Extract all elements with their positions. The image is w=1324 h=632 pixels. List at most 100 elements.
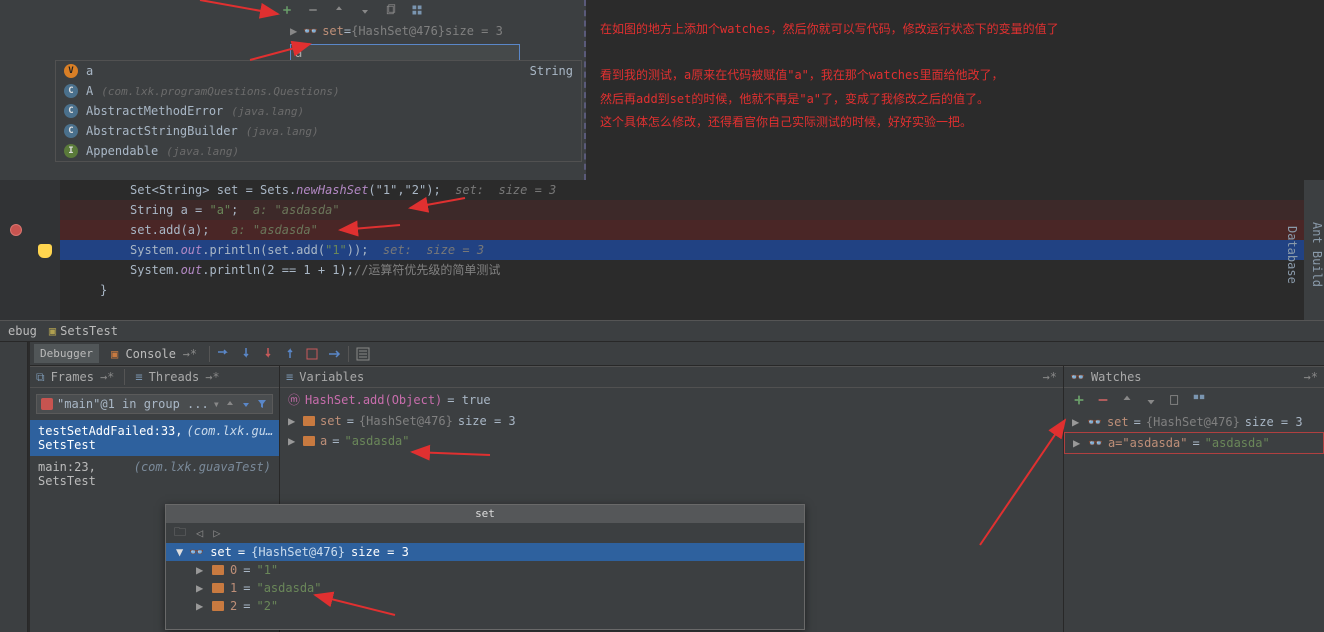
stack-frame-row[interactable]: main:23, SetsTest (com.lxk.guavaTest) [30, 456, 279, 492]
frame-text: main:23, SetsTest [38, 460, 130, 488]
expand-arrow-icon[interactable]: ▶ [196, 581, 206, 595]
forward-icon[interactable]: ▷ [213, 526, 220, 540]
thread-selector[interactable]: "main"@1 in group ... ▾ [36, 394, 273, 414]
code-line: System.out.println(2 == 1 + 1);//运算符优先级的… [0, 260, 1324, 280]
inspect-item-row[interactable]: ▶ 0 = "1" [166, 561, 804, 579]
watch-existing-row[interactable]: ▶ 👓 set = {HashSet@476} size = 3 [0, 20, 584, 42]
expand-arrow-icon[interactable]: ▼ [176, 545, 183, 559]
vars-title: Variables [299, 370, 364, 384]
expand-arrow-icon[interactable]: ▶ [1073, 436, 1083, 450]
variable-row[interactable]: ▶ set = {HashSet@476} size = 3 [280, 411, 1063, 431]
run-to-cursor-icon[interactable] [326, 346, 342, 362]
expand-arrow-icon[interactable]: ▶ [290, 24, 297, 38]
grid-icon[interactable] [410, 4, 424, 16]
breakpoint-icon[interactable] [10, 224, 22, 236]
code-editor[interactable]: Set<String> set = Sets.newHashSet("1","2… [0, 180, 1324, 320]
item-val: "2" [256, 599, 278, 613]
folder-icon[interactable]: 🗀 [174, 523, 186, 544]
watches-icon: 👓 [1070, 370, 1085, 384]
filter-icon[interactable] [256, 398, 268, 410]
variables-header: ≡ Variables →* [280, 366, 1063, 388]
thread-badge-icon [41, 398, 53, 410]
watch-row[interactable]: ▶ 👓 set = {HashSet@476} size = 3 [1064, 412, 1324, 432]
item-val: "asdasda" [256, 581, 321, 595]
copy-icon[interactable] [1168, 393, 1182, 407]
variable-row[interactable]: ▶ a = "asdasda" [280, 431, 1063, 451]
completion-name: AbstractMethodError [86, 104, 223, 118]
expand-arrow-icon[interactable]: ▶ [1072, 415, 1082, 429]
code-completion-popup: V a String C A (com.lxk.programQuestions… [55, 60, 582, 162]
back-icon[interactable]: ◁ [196, 526, 203, 540]
watches-toolbar [1064, 388, 1324, 412]
method-icon: ⓜ [288, 391, 300, 408]
class-badge-icon: C [64, 124, 78, 138]
next-frame-icon[interactable] [240, 398, 252, 410]
down-icon[interactable] [1144, 393, 1158, 407]
variable-row[interactable]: ⓜ HashSet.add(Object) = true [280, 388, 1063, 411]
expand-arrow-icon[interactable]: ▶ [288, 414, 298, 428]
inspect-root-row[interactable]: ▼ 👓 set = {HashSet@476} size = 3 [166, 543, 804, 561]
var-name: HashSet.add(Object) [305, 393, 442, 407]
debug-toolbar: Debugger ▣ Console →* [30, 342, 1324, 366]
step-into-icon[interactable] [238, 346, 254, 362]
prev-frame-icon[interactable] [224, 398, 236, 410]
add-watch-icon[interactable] [280, 4, 294, 16]
watches-title: Watches [1091, 370, 1142, 384]
threads-title[interactable]: Threads [149, 370, 200, 384]
intention-bulb-icon[interactable] [38, 244, 52, 258]
pin-icon[interactable]: →* [1043, 370, 1057, 384]
completion-source: (java.lang) [166, 145, 239, 158]
inspect-item-row[interactable]: ▶ 1 = "asdasda" [166, 579, 804, 597]
expand-arrow-icon[interactable]: ▶ [196, 599, 206, 613]
completion-item[interactable]: C A (com.lxk.programQuestions.Questions) [56, 81, 581, 101]
completion-item[interactable]: I Appendable (java.lang) [56, 141, 581, 161]
value-inspection-popup[interactable]: set 🗀 ◁ ▷ ▼ 👓 set = {HashSet@476} size =… [165, 504, 805, 630]
completion-name: AbstractStringBuilder [86, 124, 238, 138]
remove-watch-icon[interactable] [306, 4, 320, 16]
copy-icon[interactable] [384, 4, 398, 16]
evaluate-icon[interactable] [355, 346, 371, 362]
chevron-down-icon[interactable]: ▾ [213, 397, 220, 411]
console-tab[interactable]: ▣ Console →* [105, 344, 203, 364]
completion-item[interactable]: C AbstractStringBuilder (java.lang) [56, 121, 581, 141]
field-icon [303, 416, 315, 426]
show-watches-icon[interactable] [1192, 393, 1206, 407]
up-icon[interactable] [332, 4, 346, 16]
force-step-into-icon[interactable] [260, 346, 276, 362]
ant-build-tab[interactable]: Ant Build [1310, 222, 1324, 287]
frame-src: (com.lxk.guavaTest) [134, 460, 271, 488]
watch-row-highlighted[interactable]: ▶ 👓 a="asdasda" = "asdasda" [1064, 432, 1324, 454]
popup-toolbar: 🗀 ◁ ▷ [166, 523, 804, 543]
watch-var-name: set [322, 24, 344, 38]
item-val: "1" [256, 563, 278, 577]
right-tool-rail[interactable]: Ant Build Database [1304, 180, 1324, 320]
database-tab[interactable]: Database [1285, 226, 1299, 284]
watch-value: "asdasda" [1205, 436, 1270, 450]
expand-arrow-icon[interactable]: ▶ [288, 434, 298, 448]
completion-source: (java.lang) [231, 105, 304, 118]
code-line: } [0, 280, 1324, 300]
variable-badge-icon: V [64, 64, 78, 78]
add-watch-icon[interactable] [1072, 393, 1086, 407]
down-icon[interactable] [358, 4, 372, 16]
up-icon[interactable] [1120, 393, 1134, 407]
root-obj: {HashSet@476} [251, 545, 345, 559]
completion-item[interactable]: C AbstractMethodError (java.lang) [56, 101, 581, 121]
completion-source: (com.lxk.programQuestions.Questions) [101, 85, 339, 98]
expand-arrow-icon[interactable]: ▶ [196, 563, 206, 577]
debugger-tab[interactable]: Debugger [34, 344, 99, 363]
item-key: 0 [230, 563, 237, 577]
drop-frame-icon[interactable] [304, 346, 320, 362]
pin-icon[interactable]: →* [1304, 370, 1318, 384]
editor-gutter[interactable] [0, 180, 60, 320]
completion-item[interactable]: V a String [56, 61, 581, 81]
class-badge-icon: C [64, 104, 78, 118]
watch-obj: {HashSet@476} [1146, 415, 1240, 429]
test-name[interactable]: SetsTest [60, 324, 118, 338]
inspect-item-row[interactable]: ▶ 2 = "2" [166, 597, 804, 615]
stack-frame-row[interactable]: testSetAddFailed:33, SetsTest (com.lxk.g… [30, 420, 279, 456]
glasses-icon: 👓 [1088, 436, 1103, 450]
remove-watch-icon[interactable] [1096, 393, 1110, 407]
step-out-icon[interactable] [282, 346, 298, 362]
step-over-icon[interactable] [216, 346, 232, 362]
